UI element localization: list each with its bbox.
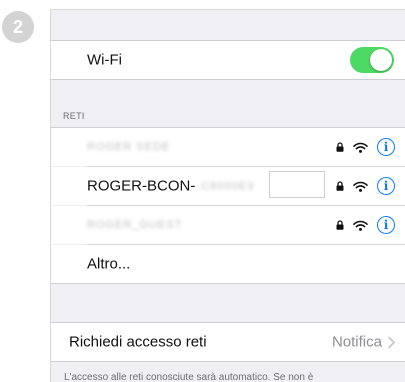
lock-icon (336, 142, 344, 152)
network-status-icons: i (336, 177, 395, 195)
network-status-icons: i (336, 138, 395, 156)
ask-to-join-label: Richiedi accesso reti (69, 333, 207, 351)
toggle-knob[interactable] (370, 49, 392, 71)
wifi-label: Wi-Fi (87, 51, 122, 69)
separator (51, 79, 405, 80)
network-name-obscured-suffix: C8000E3 (201, 180, 255, 193)
wifi-toggle-row[interactable]: Wi-Fi (51, 41, 405, 79)
wifi-signal-icon (353, 181, 368, 192)
separator (51, 361, 405, 362)
ask-to-join-value[interactable]: Notifica (332, 334, 395, 351)
chevron-right-icon (388, 336, 395, 348)
ask-to-join-value-text: Notifica (331, 333, 382, 351)
step-number-badge: 2 (2, 11, 34, 43)
wifi-settings-panel: Wi-Fi RETI ROGER SEDE i ROGER-BCON- C8000… (50, 9, 405, 382)
networks-section-header: RETI (63, 111, 85, 121)
network-row[interactable]: ROGER-BCON- C8000E3 i (51, 167, 405, 205)
ask-to-join-row[interactable]: Richiedi accesso reti Notifica (51, 323, 405, 361)
wifi-signal-icon (353, 220, 368, 231)
wifi-signal-icon (353, 142, 368, 153)
network-status-icons: i (336, 216, 395, 234)
wifi-toggle-switch[interactable] (350, 47, 394, 73)
network-name: ROGER-BCON- C8000E3 (87, 178, 254, 195)
other-network-label: Altro... (87, 255, 131, 273)
lock-icon (336, 181, 344, 191)
info-icon[interactable]: i (377, 138, 395, 156)
redaction-box (269, 171, 325, 198)
network-row[interactable]: ROGER SEDE i (51, 128, 405, 166)
network-name-visible: ROGER-BCON- (87, 177, 196, 195)
info-icon[interactable]: i (377, 216, 395, 234)
other-network-row[interactable]: Altro... (51, 245, 405, 283)
network-name-obscured: ROGER_GUEST (87, 219, 183, 231)
lock-icon (336, 220, 344, 230)
info-icon[interactable]: i (377, 177, 395, 195)
network-name-obscured: ROGER SEDE (87, 141, 171, 153)
network-row[interactable]: ROGER_GUEST i (51, 206, 405, 244)
separator (51, 283, 405, 284)
